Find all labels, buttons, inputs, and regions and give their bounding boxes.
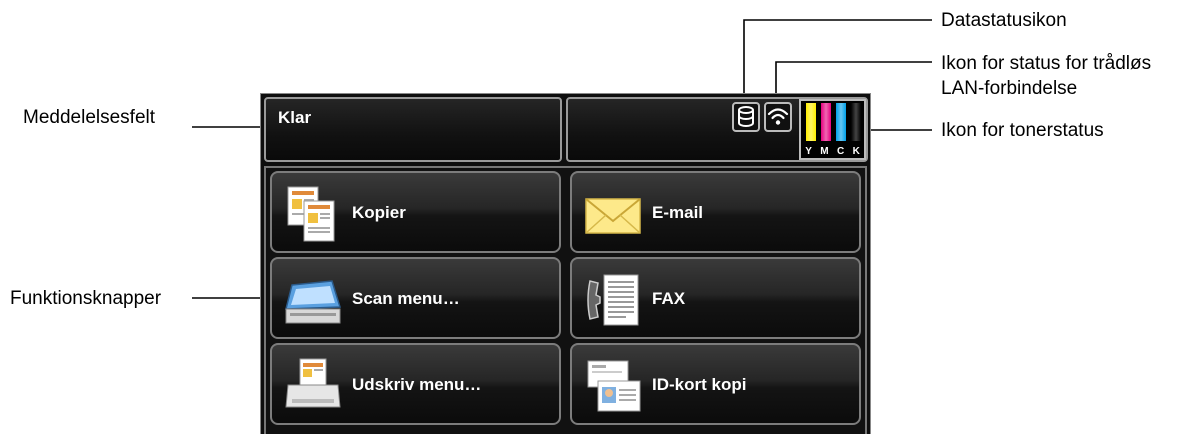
toner-status-icon[interactable]: YMCK — [799, 99, 866, 160]
toner-bar-c — [836, 103, 846, 141]
toner-label-m: M — [820, 146, 829, 157]
envelope-icon — [582, 183, 644, 245]
print-menu-button-label: Udskriv menu… — [352, 375, 482, 394]
fax-button[interactable]: FAX — [570, 257, 861, 339]
toner-label-y: Y — [805, 146, 812, 157]
email-button-label: E-mail — [652, 203, 704, 222]
function-buttons-area: Kopier E-mail Scan menu… FAX Udskriv men… — [264, 166, 867, 434]
copy-button[interactable]: Kopier — [270, 171, 561, 253]
toner-labels: YMCK — [801, 146, 864, 157]
status-field: YMCK — [566, 97, 868, 162]
copy-icon — [282, 183, 344, 245]
print-menu-button[interactable]: Udskriv menu… — [270, 343, 561, 425]
copy-button-label: Kopier — [352, 203, 406, 222]
control-panel: Klar YMCK Kopier E-mail Scan menu… FAX U… — [260, 93, 871, 434]
toner-label-k: K — [852, 146, 860, 157]
id-card-copy-button[interactable]: ID-kort kopi — [570, 343, 861, 425]
fax-icon — [582, 269, 644, 331]
toner-bar-y — [806, 103, 816, 141]
scan-menu-button[interactable]: Scan menu… — [270, 257, 561, 339]
id-card-icon — [582, 355, 644, 417]
wireless-status-icon[interactable] — [764, 102, 792, 132]
scan-menu-button-label: Scan menu… — [352, 289, 460, 308]
printer-icon — [282, 355, 344, 417]
message-text: Klar — [278, 108, 312, 127]
fax-button-label: FAX — [652, 289, 686, 308]
message-field: Klar — [264, 97, 562, 162]
toner-label-c: C — [836, 146, 845, 157]
id-card-copy-button-label: ID-kort kopi — [652, 375, 747, 394]
scanner-icon — [282, 269, 344, 331]
email-button[interactable]: E-mail — [570, 171, 861, 253]
data-status-icon[interactable] — [732, 102, 760, 132]
toner-bar-k — [851, 103, 861, 141]
toner-bar-m — [821, 103, 831, 141]
